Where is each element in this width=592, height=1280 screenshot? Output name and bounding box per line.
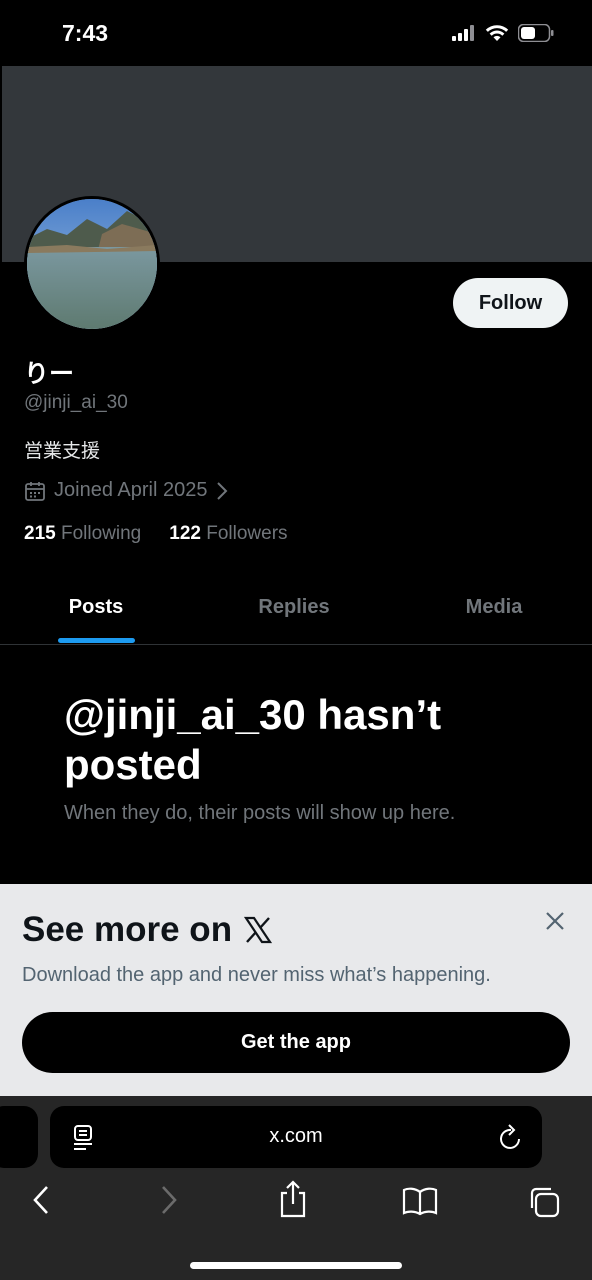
joined-label: Joined April 2025 <box>54 479 208 501</box>
reload-icon[interactable] <box>498 1123 524 1151</box>
cellular-signal-icon <box>452 25 474 41</box>
tabs-icon[interactable] <box>528 1186 562 1218</box>
followers-label: Followers <box>206 523 288 544</box>
wifi-icon <box>485 24 509 41</box>
app-promo-sheet: See more on Download the app and never m… <box>0 884 592 1096</box>
following-label: Following <box>60 523 142 544</box>
tab-posts[interactable]: Posts <box>40 596 152 619</box>
followers-count: 122 <box>169 523 201 544</box>
following-count: 215 <box>24 523 56 544</box>
forward-icon[interactable] <box>158 1184 180 1216</box>
get-the-app-button[interactable]: Get the app <box>22 1012 570 1073</box>
back-icon[interactable] <box>30 1184 52 1216</box>
display-name: りー <box>24 360 75 388</box>
profile-tabs: Posts Replies Media <box>0 578 592 645</box>
previous-tab-preview[interactable] <box>0 1106 38 1168</box>
browser-chrome: x.com <box>0 1096 592 1280</box>
promo-title-text: See more on <box>22 910 233 949</box>
profile-bio: 営業支援 <box>24 441 101 462</box>
empty-state-subtitle: When they do, their posts will show up h… <box>64 802 456 824</box>
home-indicator <box>190 1262 402 1269</box>
tab-replies[interactable]: Replies <box>238 596 350 619</box>
promo-subtitle: Download the app and never miss what’s h… <box>22 964 491 986</box>
status-bar: 7:43 <box>0 0 592 66</box>
avatar-lake-image <box>27 199 157 329</box>
avatar[interactable] <box>24 196 160 332</box>
followers-link[interactable]: 122 Followers <box>169 523 287 545</box>
follow-button[interactable]: Follow <box>453 278 568 328</box>
bookmarks-icon[interactable] <box>402 1186 438 1216</box>
share-icon[interactable] <box>278 1180 308 1218</box>
status-icons <box>452 24 554 42</box>
promo-title: See more on <box>22 910 273 950</box>
x-logo-icon <box>244 916 273 944</box>
active-tab-indicator <box>58 638 135 643</box>
status-time: 7:43 <box>62 20 109 46</box>
address-bar[interactable]: x.com <box>50 1106 542 1168</box>
follow-stats: 215 Following 122 Followers <box>24 523 288 545</box>
joined-date[interactable]: Joined April 2025 <box>24 479 229 502</box>
following-link[interactable]: 215 Following <box>24 523 141 545</box>
close-icon[interactable] <box>544 910 566 932</box>
tab-media[interactable]: Media <box>438 596 550 619</box>
calendar-icon <box>25 481 45 501</box>
url-text: x.com <box>269 1125 323 1147</box>
profile-handle: @jinji_ai_30 <box>24 392 128 413</box>
battery-icon <box>518 24 554 42</box>
chevron-right-icon <box>217 481 228 500</box>
empty-state-title: @jinji_ai_30 hasn’t posted <box>64 691 442 788</box>
